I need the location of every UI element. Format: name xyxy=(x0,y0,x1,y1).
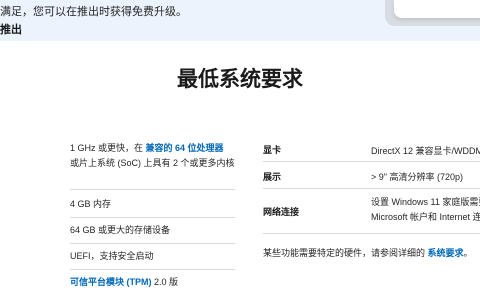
spec-storage: 64 GB 或更大的存储设备 xyxy=(70,223,235,238)
banner-text: 满足，您可以在推出时获得免费升级。 xyxy=(0,6,187,18)
display-value: > 9" 高清分辨率 (720p) xyxy=(371,172,463,182)
footnote-prefix: 某些功能需要特定的硬件，请参阅详细的 xyxy=(263,248,428,258)
tpm-link[interactable]: 可信平台模块 (TPM) xyxy=(70,277,152,287)
row-divider xyxy=(70,189,235,190)
row-divider xyxy=(263,161,480,162)
processor-suffix: 或片上系统 (SoC) 上具有 2 个或更多内核 xyxy=(70,158,235,168)
firmware-value: UEFI，支持安全启动 xyxy=(70,251,154,261)
page-title: 最低系统要求 xyxy=(177,68,303,91)
requirements-footnote: 某些功能需要特定的硬件，请参阅详细的 系统要求。 xyxy=(263,246,473,259)
device-image xyxy=(394,0,480,18)
spec-processor: 1 GHz 或更快，在 兼容的 64 位处理器 或片上系统 (SoC) 上具有 … xyxy=(70,141,235,171)
spec-firmware: UEFI，支持安全启动 xyxy=(70,249,235,264)
row-divider xyxy=(70,243,235,244)
spec-tpm: 可信平台模块 (TPM) 2.0 版 xyxy=(70,275,235,290)
processor-prefix: 1 GHz 或更快，在 xyxy=(70,143,146,153)
graphics-value: DirectX 12 兼容显卡/WDDM xyxy=(371,146,480,156)
row-divider xyxy=(70,269,235,270)
row-divider xyxy=(263,233,480,234)
page: 满足，您可以在推出时获得免费升级。 推出 最低系统要求 1 GHz 或更快，在 … xyxy=(0,0,480,293)
network-value-line1: 设置 Windows 11 家庭版需要 xyxy=(371,197,480,207)
display-label: 展示 xyxy=(263,172,282,182)
memory-value: 4 GB 内存 xyxy=(70,199,112,209)
system-requirements-link[interactable]: 系统要求 xyxy=(428,248,464,258)
row-divider xyxy=(263,188,480,189)
row-divider xyxy=(70,217,235,218)
banner-link[interactable]: 推出 xyxy=(0,21,22,37)
storage-value: 64 GB 或更大的存储设备 xyxy=(70,225,171,235)
spec-memory: 4 GB 内存 xyxy=(70,197,235,212)
footnote-suffix: 。 xyxy=(463,248,473,258)
tpm-suffix: 2.0 版 xyxy=(151,277,179,287)
network-label: 网络连接 xyxy=(263,207,300,217)
network-value-line2: Microsoft 帐户和 Internet 连 xyxy=(371,212,480,222)
graphics-label: 显卡 xyxy=(263,145,282,155)
upgrade-banner: 满足，您可以在推出时获得免费升级。 推出 xyxy=(0,0,480,41)
compatible-processor-link[interactable]: 兼容的 64 位处理器 xyxy=(146,143,224,153)
